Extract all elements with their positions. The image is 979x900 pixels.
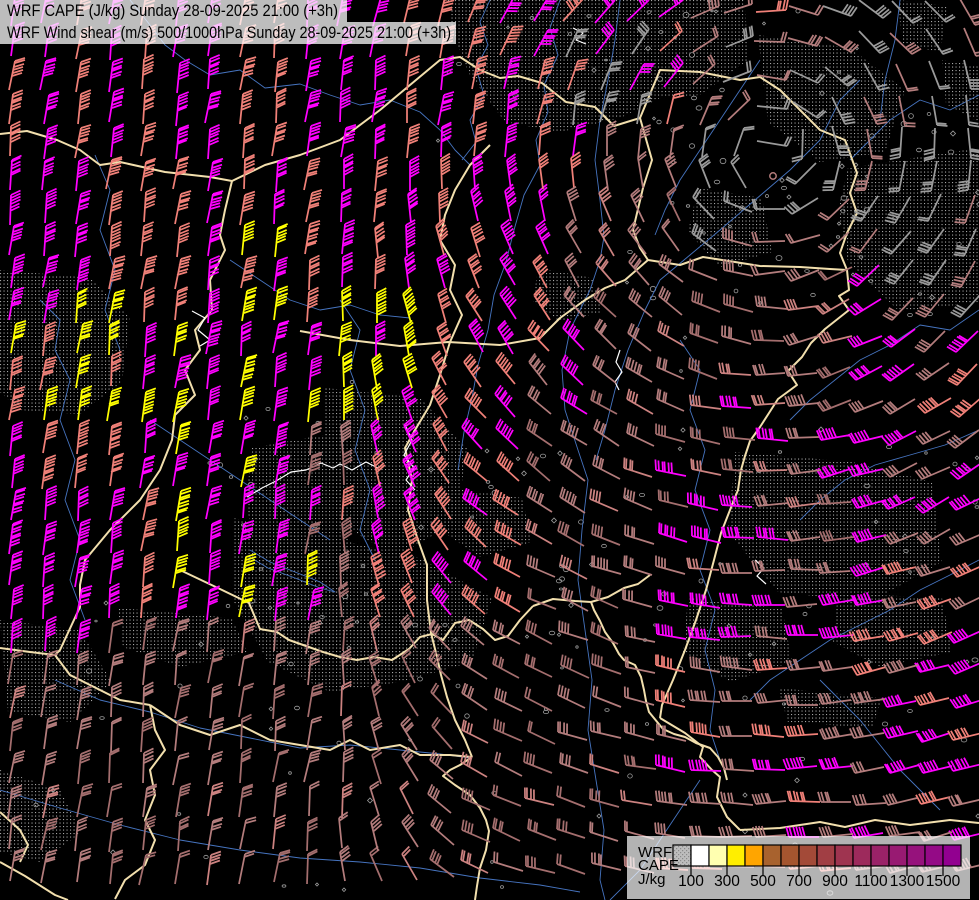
svg-text:300: 300 bbox=[714, 873, 740, 890]
svg-text:1300: 1300 bbox=[890, 873, 925, 890]
svg-text:500: 500 bbox=[750, 873, 776, 890]
svg-text:700: 700 bbox=[786, 873, 812, 890]
svg-text:WRF Wind shear (m/s) 500/1000h: WRF Wind shear (m/s) 500/1000hPa Sunday … bbox=[7, 23, 451, 42]
svg-text:100: 100 bbox=[678, 873, 704, 890]
svg-text:900: 900 bbox=[822, 873, 848, 890]
svg-text:1500: 1500 bbox=[926, 873, 961, 890]
svg-text:WRF CAPE (J/kg) Sunday 28-09-2: WRF CAPE (J/kg) Sunday 28-09-2025 21:00 … bbox=[7, 1, 338, 20]
svg-text:J/kg: J/kg bbox=[638, 871, 666, 888]
svg-text:1100: 1100 bbox=[854, 873, 888, 890]
